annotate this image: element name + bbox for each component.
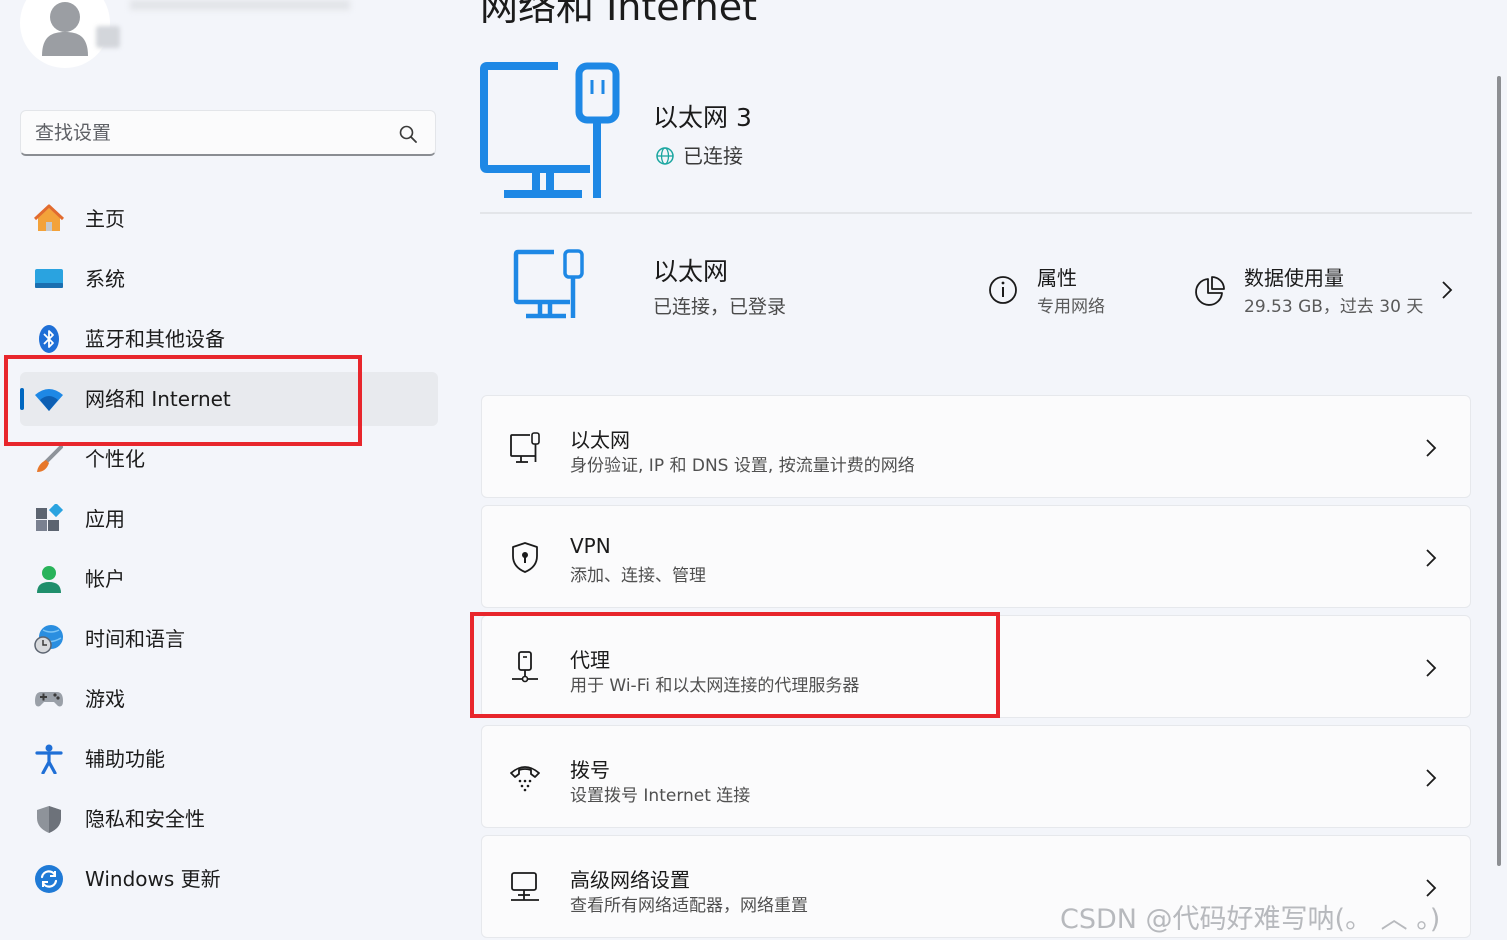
sidebar-item-label: 帐户 (85, 567, 125, 591)
page-title: 网络和 Internet (480, 0, 757, 29)
active-indicator (20, 388, 24, 410)
card-dialup[interactable]: 拨号 设置拨号 Internet 连接 (481, 725, 1471, 828)
advanced-network-icon (511, 872, 539, 901)
properties-link[interactable]: 属性 (1037, 262, 1077, 291)
ethernet-summary-title[interactable]: 以太网 (653, 252, 728, 288)
sidebar-item-label: 主页 (85, 207, 125, 231)
data-usage-amount: 29.53 GB，过去 30 天 (1244, 297, 1424, 317)
sidebar-item-label: Windows 更新 (85, 867, 221, 891)
sidebar-item-apps[interactable]: 应用 (20, 492, 438, 546)
divider (480, 212, 1472, 214)
pie-chart-icon[interactable] (1194, 275, 1226, 307)
search-box[interactable] (20, 110, 436, 156)
sidebar-item-gaming[interactable]: 游戏 (20, 672, 438, 726)
chevron-right-icon (1426, 439, 1437, 457)
globe-icon (656, 147, 674, 165)
sidebar-item-label: 游戏 (85, 687, 125, 711)
account-icon (37, 566, 61, 593)
dialup-icon (510, 766, 540, 792)
search-icon[interactable] (399, 125, 417, 143)
user-email-blurred (130, 0, 350, 10)
card-subtitle: 添加、连接、管理 (570, 566, 706, 586)
apps-icon (36, 504, 64, 531)
wifi-icon (35, 389, 63, 411)
watermark: CSDN @代码好难写呐(。 ︿ 。) (1060, 904, 1441, 935)
chevron-right-icon (1426, 879, 1437, 897)
proxy-icon (512, 651, 538, 683)
sidebar-item-system[interactable]: 系统 (20, 252, 438, 306)
card-title: VPN (570, 534, 611, 558)
network-status: 已连接 (655, 140, 743, 169)
sidebar-item-accessibility[interactable]: 辅助功能 (20, 732, 438, 786)
card-title: 高级网络设置 (570, 868, 690, 892)
chevron-right-icon (1426, 659, 1437, 677)
brush-icon (37, 445, 63, 472)
card-subtitle: 身份验证, IP 和 DNS 设置, 按流量计费的网络 (570, 456, 915, 476)
shield-icon (37, 806, 61, 833)
search-input[interactable] (35, 111, 395, 155)
card-title: 代理 (570, 648, 610, 672)
user-avatar-icon (42, 2, 88, 56)
network-name: 以太网 3 (653, 103, 752, 132)
sidebar-item-windows-update[interactable]: Windows 更新 (20, 852, 438, 906)
accessibility-icon (35, 744, 63, 774)
data-usage-link[interactable]: 数据使用量 (1244, 262, 1344, 291)
chevron-right-icon (1426, 769, 1437, 787)
sidebar-item-privacy-security[interactable]: 隐私和安全性 (20, 792, 438, 846)
sidebar-item-label: 个性化 (85, 447, 145, 471)
sidebar-item-label: 隐私和安全性 (85, 807, 205, 831)
sidebar-item-home[interactable]: 主页 (20, 192, 438, 246)
card-subtitle: 设置拨号 Internet 连接 (570, 786, 751, 806)
ethernet-summary-status: 已连接，已登录 (653, 296, 787, 318)
card-ethernet[interactable]: 以太网 身份验证, IP 和 DNS 设置, 按流量计费的网络 (481, 395, 1471, 498)
bluetooth-icon (39, 325, 59, 353)
sidebar-item-personalization[interactable]: 个性化 (20, 432, 438, 486)
sidebar-item-label: 网络和 Internet (85, 387, 231, 411)
sidebar-item-network[interactable]: 网络和 Internet (20, 372, 438, 426)
sidebar-item-time-language[interactable]: 时间和语言 (20, 612, 438, 666)
card-proxy[interactable]: 代理 用于 Wi-Fi 和以太网连接的代理服务器 (481, 615, 1471, 718)
network-status-text: 已连接 (683, 144, 743, 168)
sidebar-item-bluetooth[interactable]: 蓝牙和其他设备 (20, 312, 438, 366)
properties-network-type: 专用网络 (1037, 297, 1105, 317)
info-icon[interactable] (988, 275, 1018, 305)
sidebar-item-label: 时间和语言 (85, 627, 185, 651)
gamepad-icon (35, 692, 63, 707)
card-title: 以太网 (570, 428, 630, 452)
vpn-shield-icon (512, 542, 538, 573)
card-subtitle: 用于 Wi-Fi 和以太网连接的代理服务器 (570, 676, 860, 696)
update-icon (35, 865, 63, 893)
system-icon (35, 269, 63, 288)
user-name-blurred (96, 26, 120, 48)
time-language-icon (34, 625, 63, 654)
ethernet-icon (510, 432, 540, 463)
home-icon (34, 204, 64, 231)
card-subtitle: 查看所有网络适配器，网络重置 (570, 896, 808, 916)
sidebar-item-label: 应用 (85, 507, 125, 531)
sidebar-item-label: 蓝牙和其他设备 (85, 327, 225, 351)
ethernet-summary-icon[interactable] (512, 248, 586, 320)
ethernet-monitor-icon (480, 62, 620, 198)
sidebar-item-label: 辅助功能 (85, 747, 165, 771)
chevron-right-icon[interactable] (1440, 280, 1454, 300)
chevron-right-icon (1426, 549, 1437, 567)
sidebar-item-accounts[interactable]: 帐户 (20, 552, 438, 606)
scrollbar[interactable] (1497, 76, 1501, 866)
card-vpn[interactable]: VPN 添加、连接、管理 (481, 505, 1471, 608)
sidebar-item-label: 系统 (85, 267, 125, 291)
card-title: 拨号 (570, 758, 610, 782)
